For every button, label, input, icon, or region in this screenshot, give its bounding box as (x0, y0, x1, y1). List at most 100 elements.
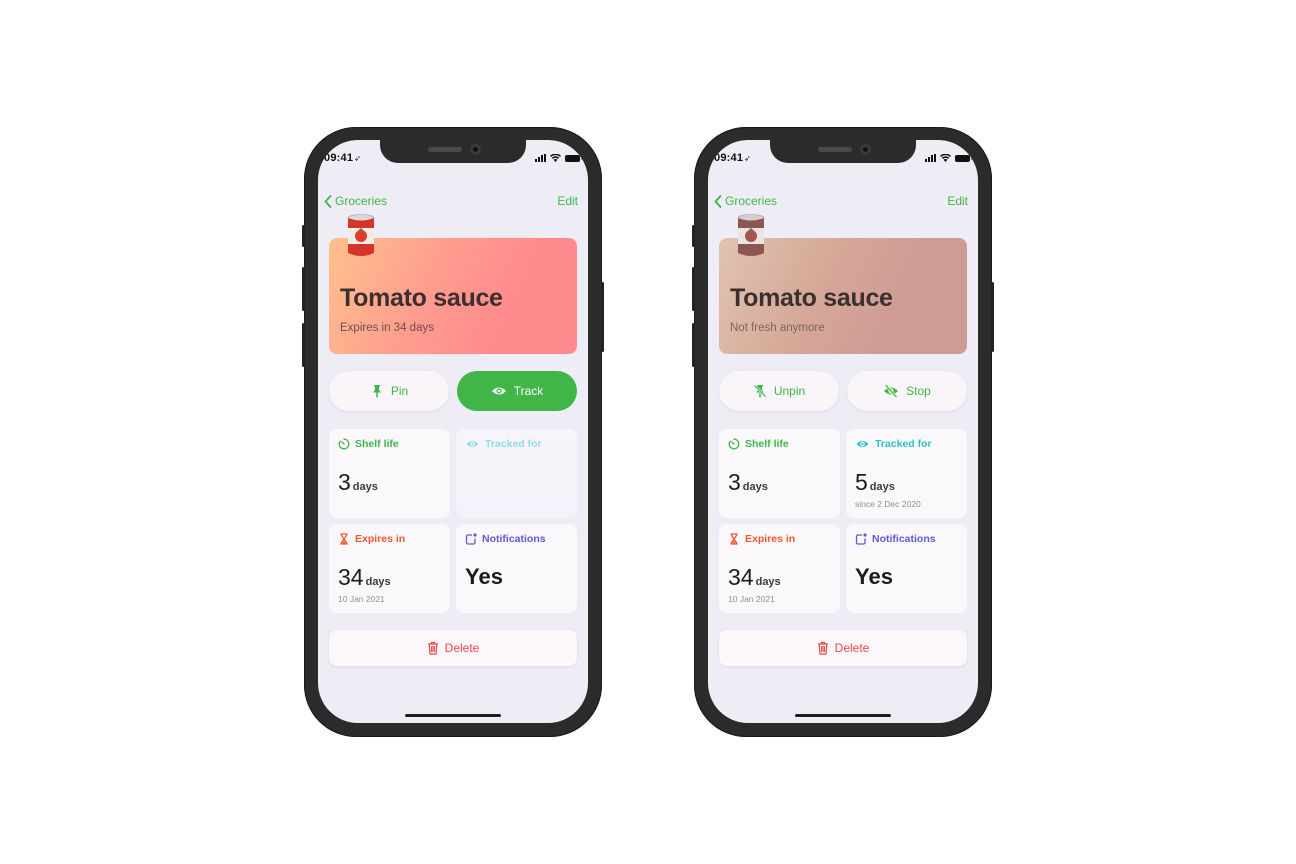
expiry-date: 10 Jan 2021 (338, 594, 385, 604)
volume-up-button (302, 267, 305, 311)
action-buttons: Unpin Stop (719, 371, 967, 411)
notifications-card[interactable]: Notifications Yes (846, 524, 967, 613)
nav-bar: Groceries Edit (324, 192, 578, 210)
delete-label: Delete (834, 641, 870, 655)
item-subtitle: Not fresh anymore (730, 322, 825, 334)
item-hero-card: Tomato sauce Expires in 34 days (329, 214, 577, 354)
expires-in-unit: days (755, 576, 781, 588)
notifications-card[interactable]: Notifications Yes (456, 524, 577, 613)
tracked-for-unit: days (869, 481, 895, 493)
nav-bar: Groceries Edit (714, 192, 968, 210)
timer-icon (728, 438, 740, 450)
status-time: 09:41➶ (714, 152, 752, 164)
back-button[interactable]: Groceries (714, 194, 777, 208)
silent-switch (302, 225, 305, 247)
edit-button[interactable]: Edit (557, 194, 578, 208)
shelf-life-card: Shelf life 3 days (719, 429, 840, 518)
tracked-for-card: Tracked for 5 days since 2 Dec 2020 (846, 429, 967, 518)
expires-in-value: 34 (728, 564, 754, 590)
track-label: Track (513, 384, 544, 398)
hourglass-icon (730, 533, 738, 545)
shelf-life-label: Shelf life (745, 438, 789, 450)
wifi-icon (940, 154, 951, 162)
expires-in-label: Expires in (355, 533, 406, 545)
shelf-life-card: Shelf life 3 days (329, 429, 450, 518)
home-indicator[interactable] (405, 714, 501, 717)
delete-label: Delete (444, 641, 480, 655)
expires-in-value: 34 (338, 564, 364, 590)
volume-down-button (302, 323, 305, 367)
item-hero-card: Tomato sauce Not fresh anymore (719, 214, 967, 354)
unpin-label: Unpin (773, 384, 806, 398)
notifications-label: Notifications (482, 533, 546, 545)
item-title: Tomato sauce (340, 284, 503, 312)
location-arrow-icon: ➶ (354, 154, 362, 163)
trash-icon (427, 641, 438, 655)
battery-icon (565, 154, 582, 162)
trash-icon (817, 641, 828, 655)
expires-in-unit: days (365, 576, 391, 588)
pin-label: Pin (390, 384, 409, 398)
item-subtitle: Expires in 34 days (340, 322, 434, 334)
shelf-life-unit: days (742, 481, 768, 493)
screen: 09:41➶ Groceries Edit Tomato s (708, 140, 978, 723)
canned-food-icon (347, 214, 375, 256)
wifi-icon (550, 154, 561, 162)
stop-tracking-button[interactable]: Stop (847, 371, 967, 411)
info-grid: Shelf life 3 days Tracked for Expires in (329, 429, 577, 613)
item-title: Tomato sauce (730, 284, 893, 312)
unpin-button[interactable]: Unpin (719, 371, 839, 411)
timer-icon (338, 438, 350, 450)
pin-button[interactable]: Pin (329, 371, 449, 411)
location-arrow-icon: ➶ (744, 154, 752, 163)
tracked-for-value: 5 (855, 469, 868, 495)
notifications-value: Yes (465, 564, 503, 589)
silent-switch (692, 225, 695, 247)
action-buttons: Pin Track (329, 371, 577, 411)
notifications-value: Yes (855, 564, 893, 589)
delete-button[interactable]: Delete (719, 630, 967, 666)
app-badge-icon (465, 533, 477, 545)
hourglass-icon (340, 533, 348, 545)
notch (380, 140, 526, 163)
chevron-left-icon (324, 194, 332, 208)
phone-frame-left: 09:41➶ Groceries Edit Tomato sauce Expir… (302, 127, 604, 737)
track-button[interactable]: Track (457, 371, 577, 411)
eye-icon (856, 441, 869, 447)
back-label: Groceries (335, 194, 388, 208)
shelf-life-value: 3 (338, 469, 351, 495)
delete-button[interactable]: Delete (329, 630, 577, 666)
volume-down-button (692, 323, 695, 367)
expires-in-card: Expires in 34 days 10 Jan 2021 (329, 524, 450, 613)
shelf-life-value: 3 (728, 469, 741, 495)
pin-icon (372, 385, 381, 398)
expiry-date: 10 Jan 2021 (728, 594, 775, 604)
eye-slash-icon (884, 384, 899, 398)
home-indicator[interactable] (795, 714, 891, 717)
app-badge-icon (855, 533, 867, 545)
notch (770, 140, 916, 163)
eye-icon (466, 441, 479, 447)
expires-in-label: Expires in (745, 533, 796, 545)
volume-up-button (692, 267, 695, 311)
notifications-label: Notifications (872, 533, 936, 545)
tracked-since-date: since 2 Dec 2020 (855, 499, 921, 509)
power-button (991, 282, 994, 352)
shelf-life-unit: days (352, 481, 378, 493)
pin-slash-icon (753, 384, 767, 398)
tracked-for-label: Tracked for (875, 438, 932, 450)
cellular-signal-icon (925, 154, 936, 162)
cellular-signal-icon (535, 154, 546, 162)
stop-label: Stop (906, 384, 931, 398)
canned-food-icon (737, 214, 765, 256)
tracked-for-label: Tracked for (485, 438, 542, 450)
eye-icon (491, 387, 506, 395)
edit-button[interactable]: Edit (947, 194, 968, 208)
battery-icon (955, 154, 972, 162)
tracked-for-card: Tracked for (456, 429, 577, 518)
back-label: Groceries (725, 194, 778, 208)
back-button[interactable]: Groceries (324, 194, 387, 208)
expires-in-card: Expires in 34 days 10 Jan 2021 (719, 524, 840, 613)
chevron-left-icon (714, 194, 722, 208)
shelf-life-label: Shelf life (355, 438, 399, 450)
